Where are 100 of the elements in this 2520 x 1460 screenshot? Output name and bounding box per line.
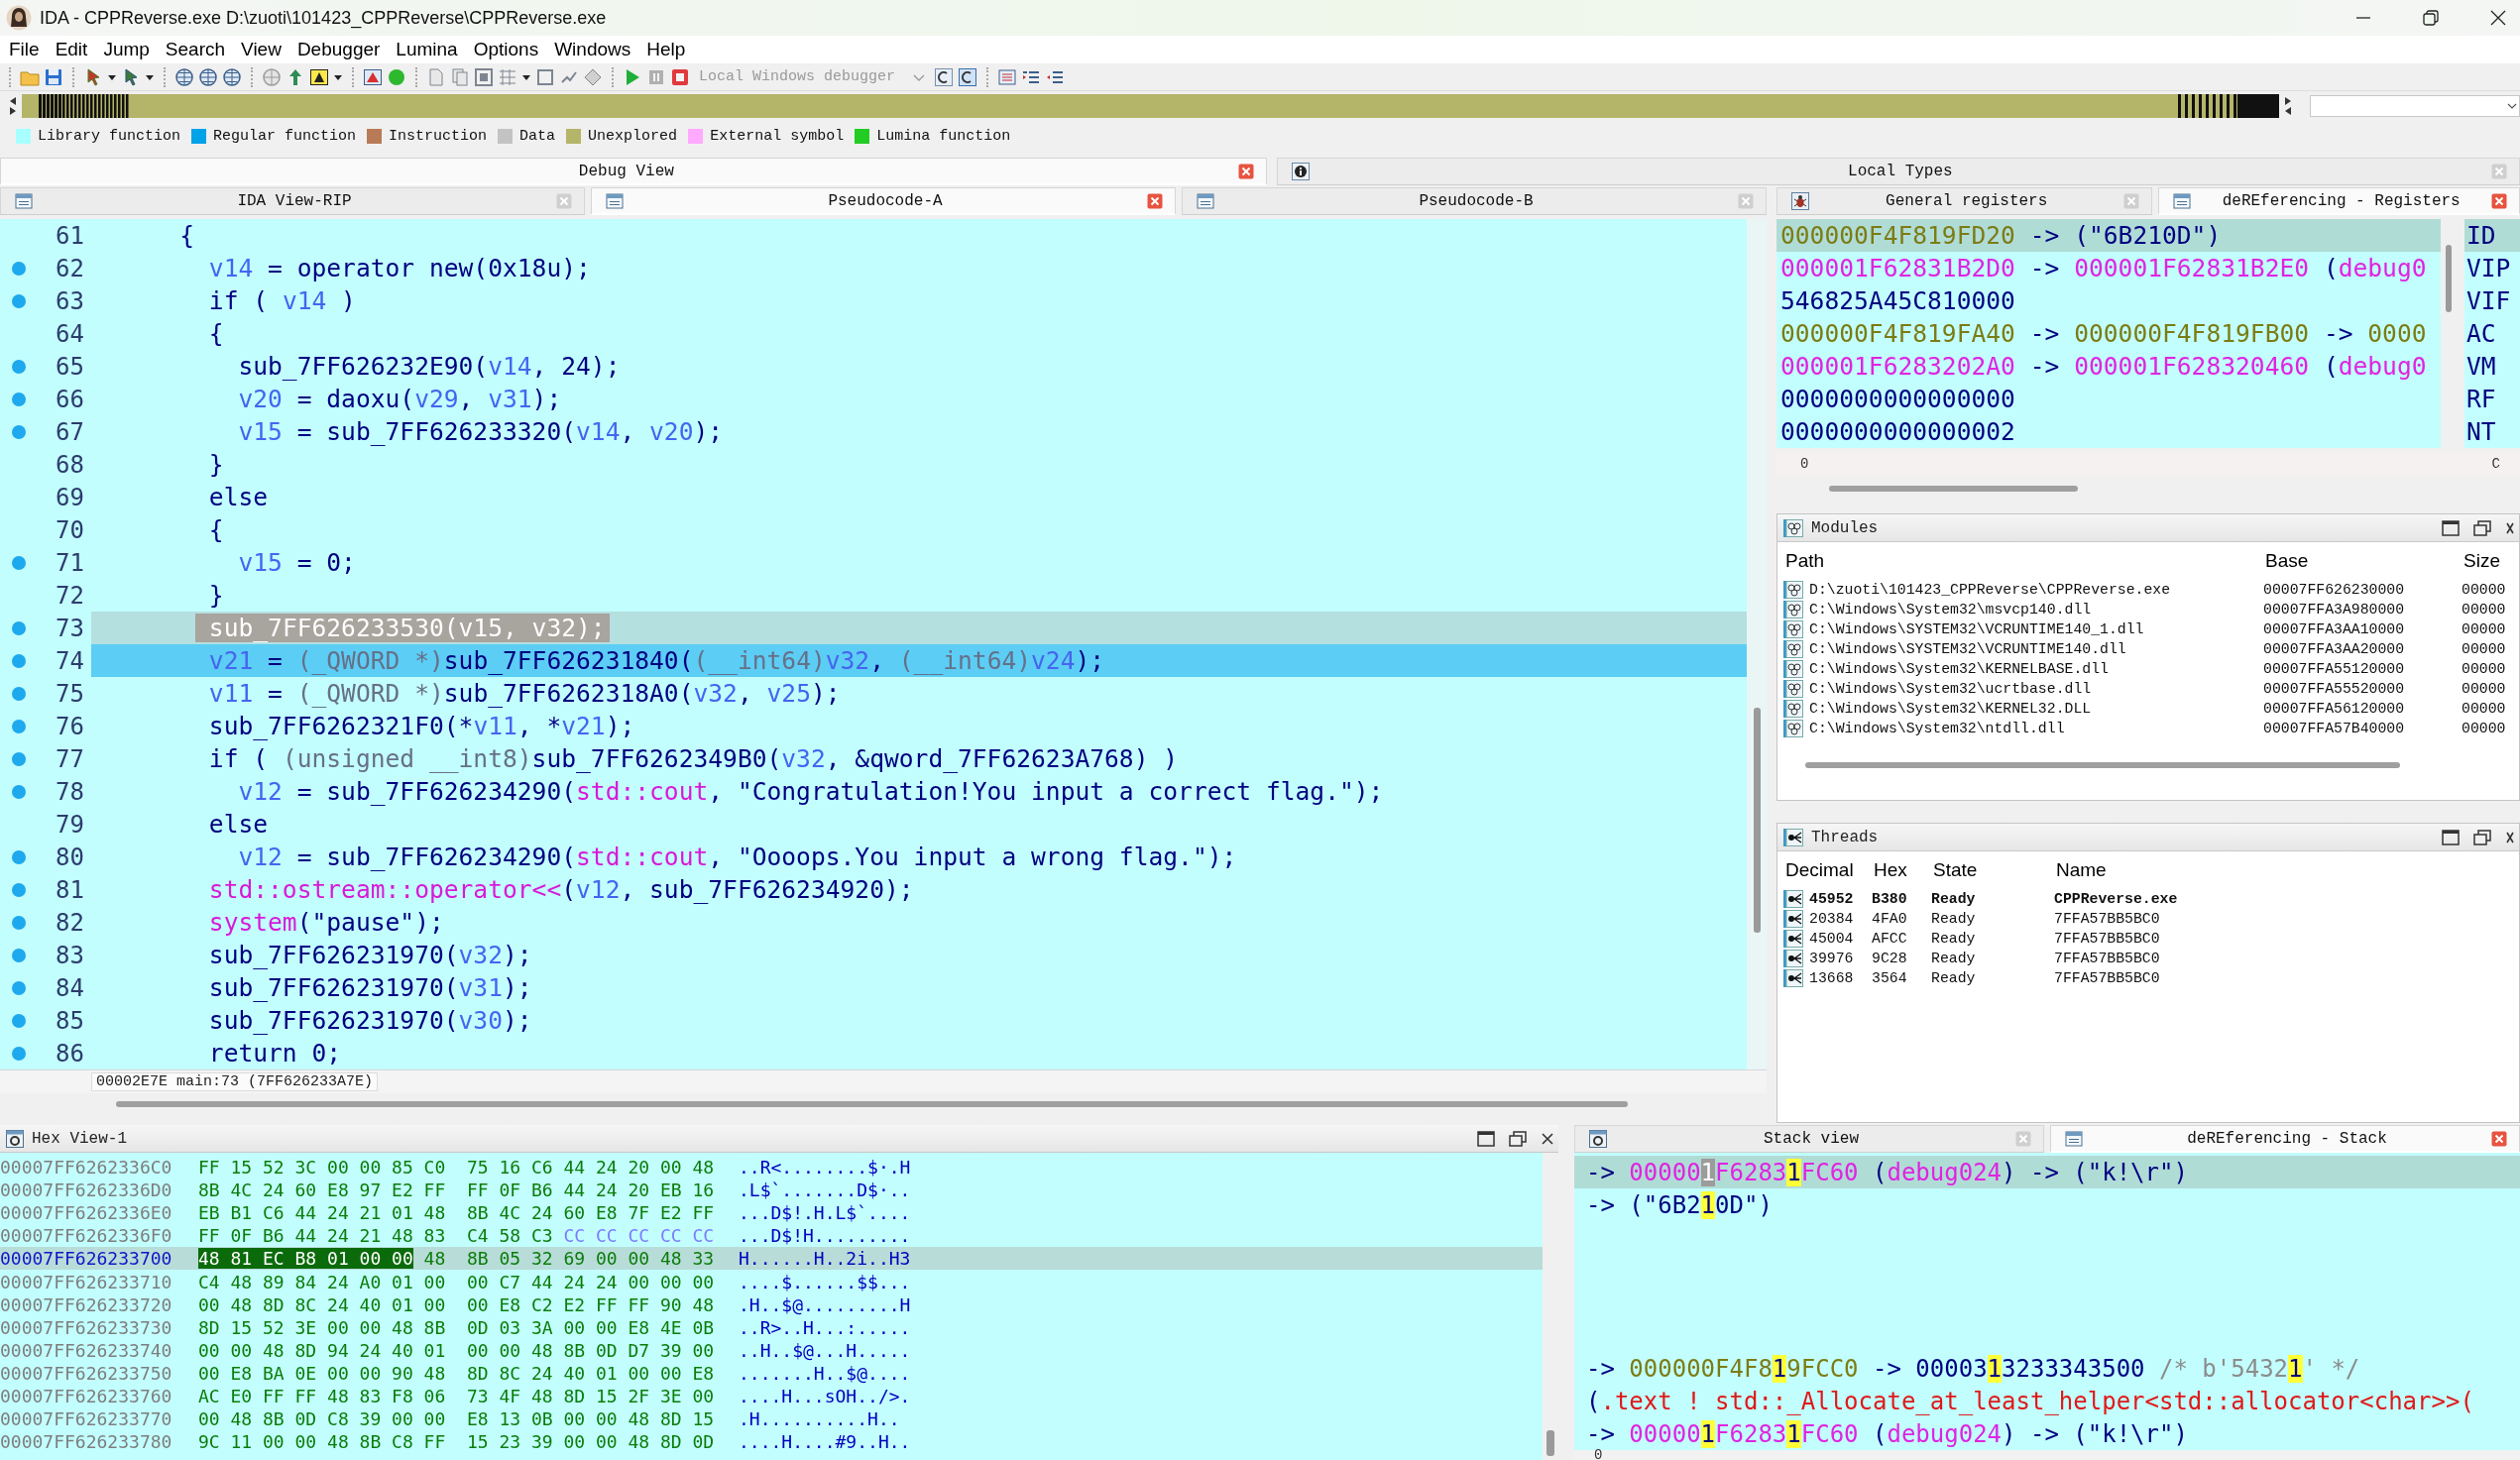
globe-icon[interactable] (174, 66, 194, 87)
maximize-icon[interactable] (2442, 519, 2460, 536)
hex-address: 00007FF626233700 (0, 1248, 172, 1270)
column-header[interactable]: Hex (1872, 859, 1931, 881)
arrows-icon[interactable] (8, 95, 18, 117)
scrollbar-thumb[interactable] (2446, 245, 2452, 312)
code-line: else (207, 809, 269, 841)
scrollbar-thumb[interactable] (1546, 1430, 1554, 1456)
menu-item[interactable]: Lumina (388, 39, 466, 60)
crosshair-icon[interactable] (262, 66, 282, 87)
line-number: 76 (56, 712, 84, 740)
column-header[interactable]: State (1931, 859, 2054, 881)
tab[interactable]: Pseudocode-B (1182, 187, 1767, 215)
maximize-icon[interactable] (1477, 1130, 1495, 1147)
menu-item[interactable]: Jump (95, 39, 158, 60)
maximize-icon[interactable] (2442, 829, 2460, 845)
menu-item[interactable]: View (233, 39, 289, 60)
tab[interactable]: Local Types (1276, 158, 2520, 185)
window-title: IDA - CPPReverse.exe D:\zuoti\101423_CPPReverse\CPPReverse.exe (40, 7, 607, 29)
hex-ascii: ..R<........$·.H (739, 1157, 911, 1179)
diamond-icon[interactable] (583, 66, 603, 87)
code-line: if ( (unsigned __int8)sub_7FF6262349B0(v32, &qword_7FF62623A768) ) (207, 743, 1179, 775)
panel-title: Threads (1811, 828, 1879, 846)
line-number: 68 (56, 450, 84, 479)
three-circles-icon (1783, 700, 1803, 718)
combo-field[interactable] (2310, 95, 2520, 117)
arc-box-icon[interactable] (934, 66, 954, 87)
column-header[interactable]: Decimal (1777, 859, 1872, 881)
menu-item[interactable]: Help (638, 39, 694, 60)
arrows-icon[interactable] (2283, 95, 2293, 117)
globe-icon[interactable] (198, 66, 218, 87)
code-line: { (178, 220, 195, 252)
register-value: 000001F62831B2D0 -> 000001F62831B2E0 (debug0 (1780, 254, 2427, 282)
menu-item[interactable]: Edit (47, 39, 96, 60)
column-header[interactable]: Path (1777, 550, 2263, 572)
status-text: 0 (1800, 456, 1809, 472)
stop-icon[interactable] (670, 66, 690, 87)
register-value: 546825A45C810000 (1780, 286, 2015, 315)
code-line: std::ostream::operator<<(v12, sub_7FF626234920); (207, 874, 914, 906)
line-number: 69 (56, 483, 84, 511)
register-value: 0000000000000002 (1780, 417, 2015, 446)
menu-item[interactable]: Debugger (288, 39, 389, 60)
restore-icon[interactable] (2473, 519, 2491, 536)
hex-ascii: ....H....#9..H.. (739, 1431, 911, 1453)
menu-item[interactable]: Options (465, 39, 547, 60)
pages-icon[interactable] (450, 66, 470, 87)
caret-icon[interactable] (2507, 101, 2517, 111)
code-line: sub_7FF6262321F0(*v11, *v21); (207, 711, 635, 742)
close-icon[interactable] (1541, 1131, 1554, 1146)
three-circles-icon (1783, 518, 1803, 537)
tab[interactable]: Stack view (1574, 1125, 2044, 1153)
register-value: 000000F4F819FD20 -> ("6B210D") (1780, 221, 2222, 250)
menu-item[interactable]: Search (157, 39, 234, 60)
row-highlight[interactable]: ID (2464, 219, 2520, 252)
tab[interactable]: Debug View (0, 158, 1267, 185)
scrollbar-thumb[interactable] (1829, 486, 2078, 492)
line-number: 78 (56, 777, 84, 806)
menu-item[interactable]: File (1, 39, 48, 60)
dot-lines-icon (1783, 950, 1803, 967)
restore-icon[interactable] (2473, 829, 2491, 845)
triangle-tile-icon[interactable] (309, 66, 329, 87)
close-icon[interactable] (2505, 830, 2515, 844)
line-number: 84 (56, 973, 84, 1002)
row-highlight[interactable]: 000000F4F819FD20 -> ("6B210D") (1776, 219, 2441, 252)
close-icon[interactable] (2505, 520, 2515, 535)
code-line: sub_7FF626231970(v31); (207, 972, 532, 1004)
legend-label: Lumina function (876, 127, 1011, 145)
arc-box-icon[interactable] (958, 66, 977, 87)
column-header[interactable]: Size (2462, 550, 2519, 572)
scrollbar-thumb[interactable] (1805, 762, 2400, 768)
scrollbar-thumb[interactable] (116, 1101, 1628, 1107)
tab[interactable]: deREferencing - Registers (2158, 187, 2520, 215)
dot-lines-icon (1783, 930, 1803, 948)
table-cell: C:\Windows\System32\msvcp140.dll (1809, 602, 2092, 618)
legend-label: External symbol (710, 127, 845, 145)
scrollbar-thumb[interactable] (1753, 708, 1761, 933)
line-number: 79 (56, 810, 84, 839)
stack-value: -> 000000F4F819FCC0 -> 0000313233343500 /* b'5432 1' */ (1586, 1354, 2360, 1383)
menu-item[interactable]: Windows (546, 39, 639, 60)
row-highlight[interactable]: -> 000001F62831FC60 (debug024) -> ("k!\r") (1574, 1156, 2520, 1188)
frame-icon[interactable] (474, 66, 494, 87)
column-header[interactable]: Base (2263, 550, 2462, 572)
tab[interactable]: Pseudocode-A (591, 187, 1176, 215)
restore-icon[interactable] (1509, 1130, 1527, 1147)
hex-address: 00007FF6262336E0 (0, 1202, 172, 1224)
tab[interactable]: General registers (1776, 187, 2153, 215)
legend-label: Library function (38, 127, 181, 145)
globe-icon[interactable] (222, 66, 242, 87)
navigation-band-drawing[interactable] (22, 94, 2279, 118)
column-header[interactable]: Name (2054, 859, 2519, 881)
restore-icon[interactable] (2423, 10, 2439, 26)
tab[interactable]: deREferencing - Stack (2050, 1125, 2520, 1153)
code-line: v12 = sub_7FF626234290(std::cout, "Congratulation!You input a correct flag."); (237, 776, 1384, 808)
hex-bytes: 00 48 8B 0D C8 39 00 00 E8 13 0B 00 00 48 8D 15 (198, 1408, 715, 1430)
row-highlight[interactable]: 00007FF626233700 48 81 EC B8 01 00 00 48 8B 05 32 69 00 00 48 33 H......H..2i..H3 (0, 1247, 1543, 1271)
close-icon[interactable] (2490, 10, 2506, 26)
tab[interactable]: IDA View-RIP (0, 187, 585, 215)
code-line: v20 = daoxu(v29, v31); (237, 384, 562, 415)
hex-bytes: 00 00 48 8D 94 24 40 01 00 00 48 8B 0D D7 39 00 (198, 1339, 715, 1361)
triangle-box-icon[interactable] (363, 66, 383, 87)
